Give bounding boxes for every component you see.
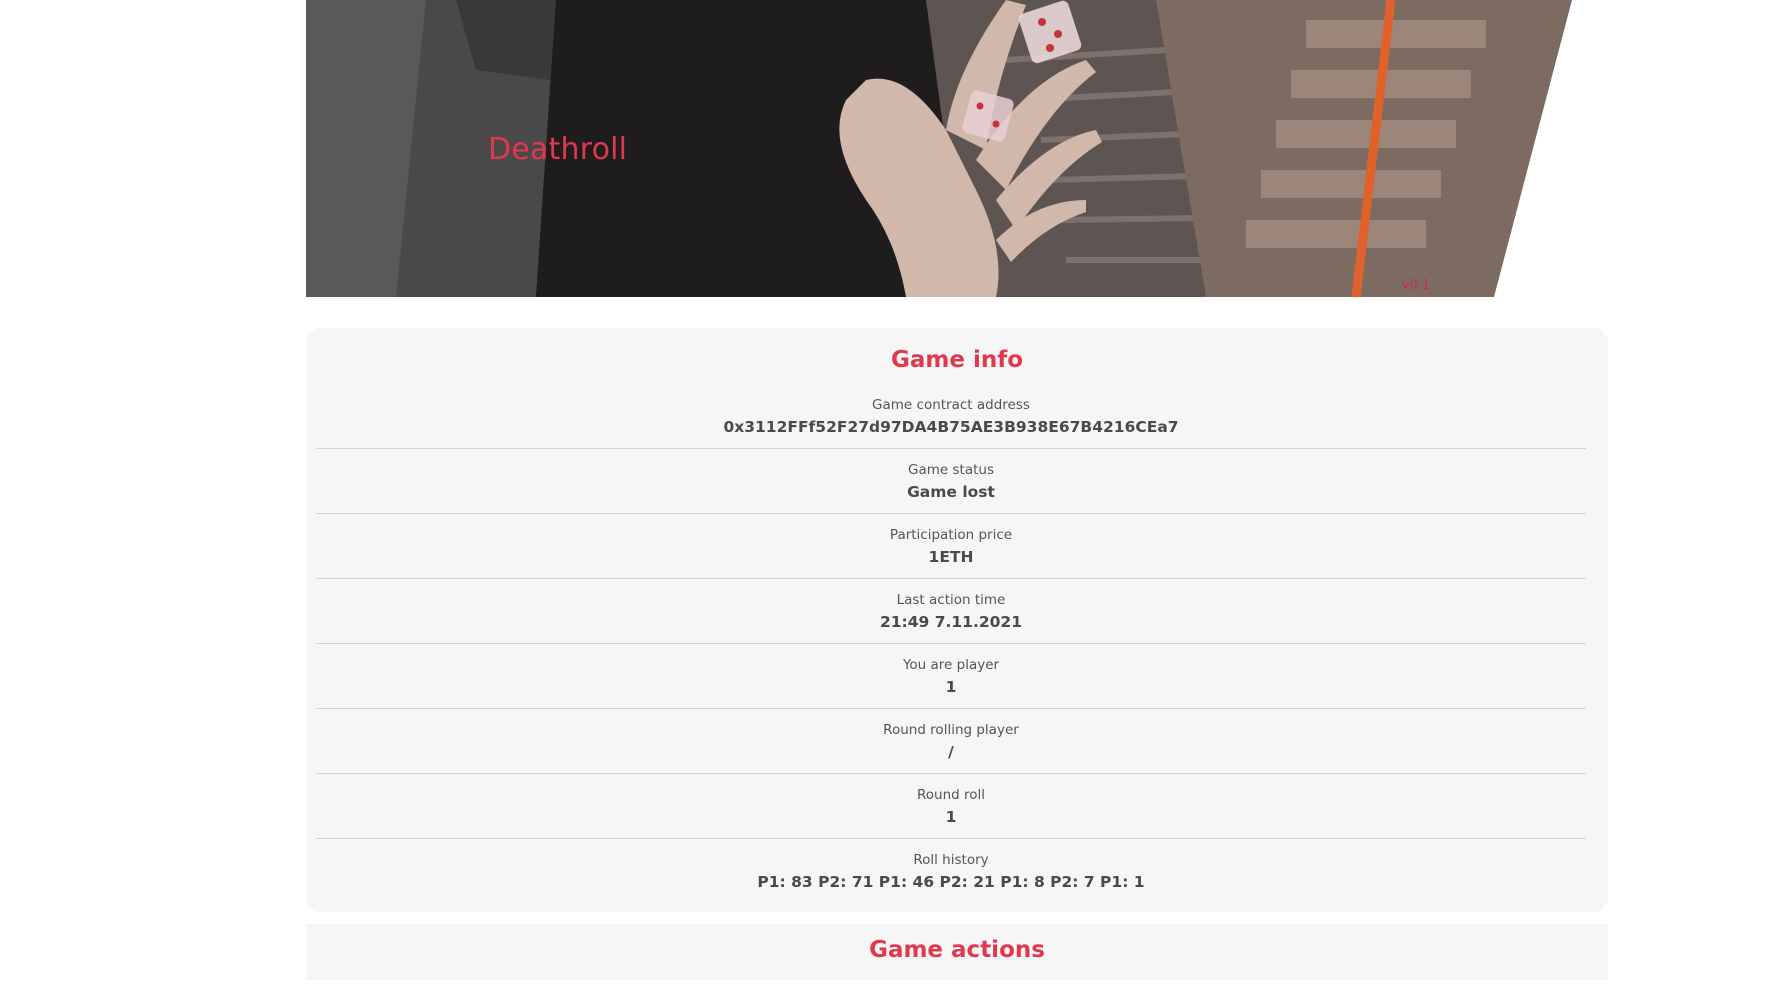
page: Deathroll v0.1 Game info Game contract a… [0,0,1786,1003]
info-label: Last action time [896,592,1006,608]
info-label: Round roll [916,787,986,803]
app-title: Deathroll [488,132,628,167]
info-row-participation-price: Participation price 1ETH [316,514,1586,579]
hero-banner: Deathroll v0.1 [306,0,1572,297]
game-info-card: Game info Game contract address 0x3112FF… [306,328,1608,912]
info-label: Round rolling player [883,722,1019,738]
player-number-value: 1 [945,678,957,696]
last-action-time-value: 21:49 7.11.2021 [879,613,1022,631]
info-label: Game contract address [872,397,1030,413]
round-rolling-player-value: / [948,743,954,761]
info-row-round-rolling-player: Round rolling player / [316,709,1586,774]
game-actions-heading: Game actions [869,937,1045,963]
roll-history-value: P1: 83 P2: 71 P1: 46 P2: 21 P1: 8 P2: 7 … [757,873,1145,891]
game-info-list: Game contract address 0x3112FFf52F27d97D… [316,384,1586,904]
info-label: Roll history [913,852,989,868]
round-roll-value: 1 [945,808,957,826]
version-label: v0.1 [1401,278,1430,293]
info-label: You are player [902,657,1000,673]
game-info-heading: Game info [890,347,1024,373]
contract-address-value: 0x3112FFf52F27d97DA4B75AE3B938E67B4216CE… [723,418,1179,436]
game-actions-card: Game actions [306,924,1608,980]
info-label: Game status [908,462,994,478]
info-label: Participation price [889,527,1013,543]
participation-price-value: 1ETH [928,548,974,566]
info-row-you-are-player: You are player 1 [316,644,1586,709]
info-row-game-status: Game status Game lost [316,449,1586,514]
info-row-contract-address: Game contract address 0x3112FFf52F27d97D… [316,384,1586,449]
info-row-roll-history: Roll history P1: 83 P2: 71 P1: 46 P2: 21… [316,839,1586,904]
game-status-value: Game lost [907,483,995,501]
info-row-round-roll: Round roll 1 [316,774,1586,839]
info-row-last-action-time: Last action time 21:49 7.11.2021 [316,579,1586,644]
